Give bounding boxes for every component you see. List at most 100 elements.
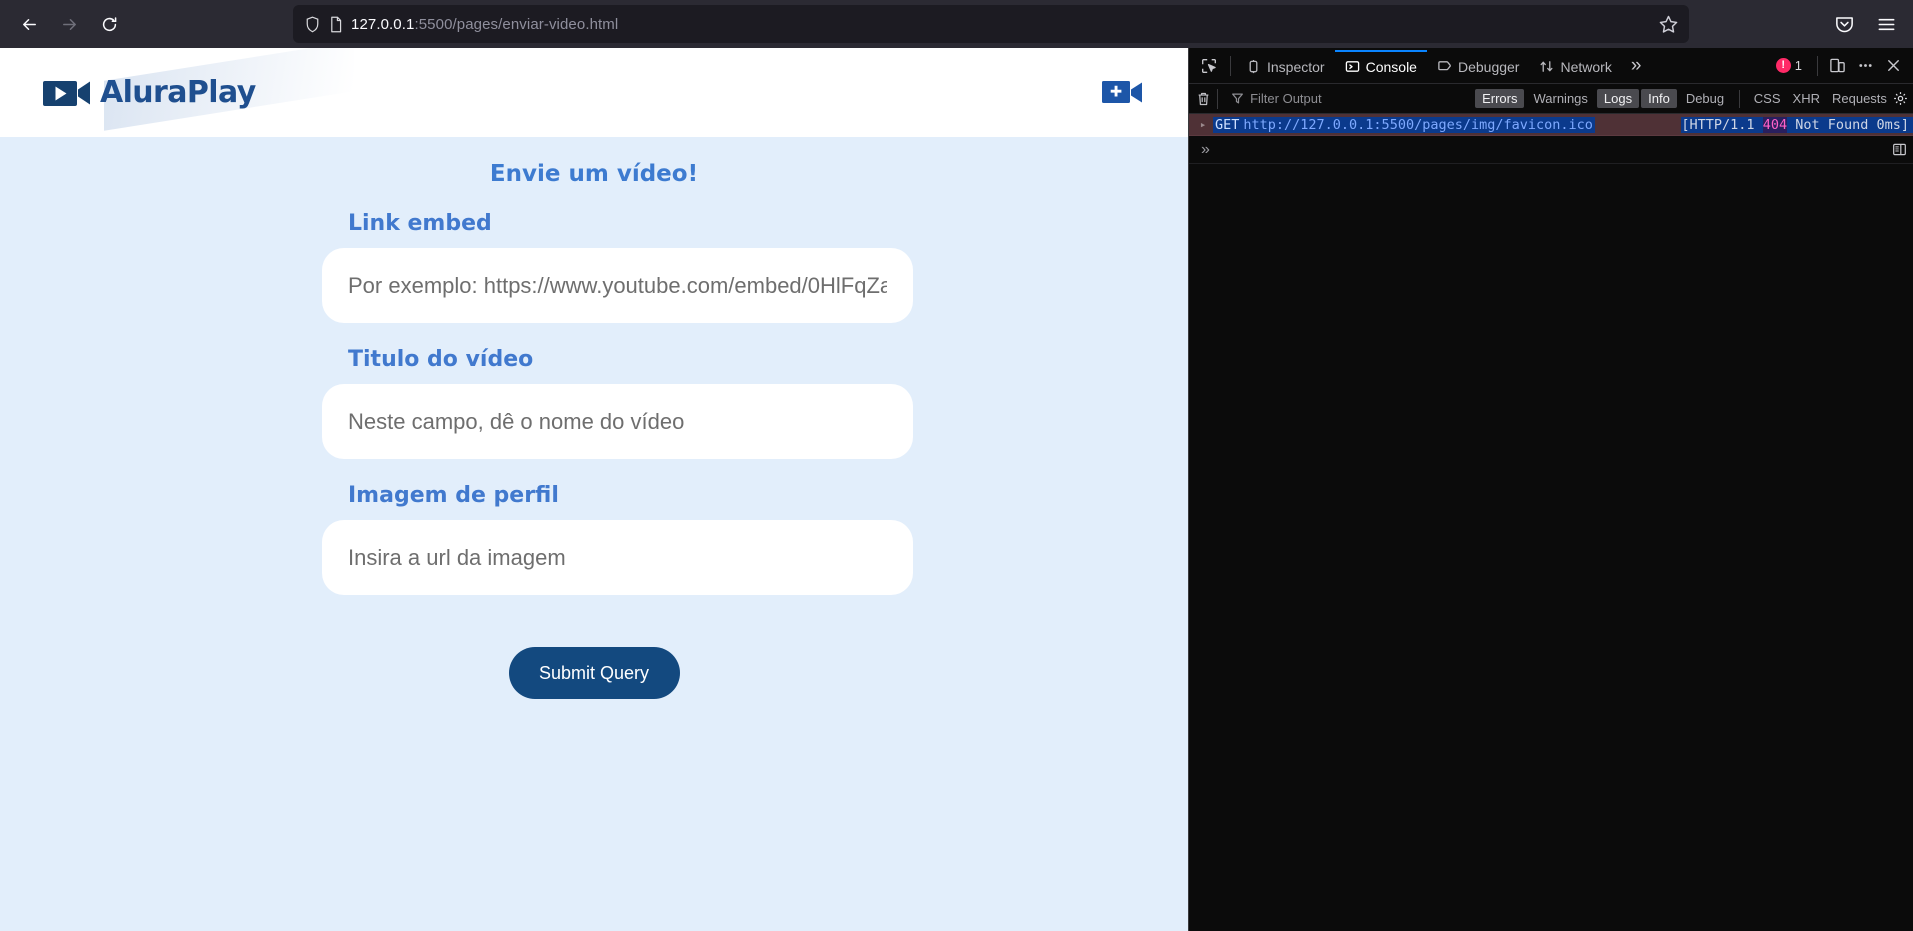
url-host: 127.0.0.1 bbox=[351, 15, 415, 33]
filter-xhr[interactable]: XHR bbox=[1787, 89, 1826, 108]
tab-console-label: Console bbox=[1365, 58, 1417, 75]
debugger-icon bbox=[1438, 61, 1451, 71]
page-icon[interactable] bbox=[329, 16, 343, 33]
field-profile-image: Imagem de perfil bbox=[322, 483, 913, 595]
field-video-title: Titulo do vídeo bbox=[322, 347, 913, 459]
link-embed-input[interactable] bbox=[322, 248, 913, 323]
site-logo[interactable]: AluraPlay bbox=[42, 48, 354, 131]
devtools-toolbar-right: ! 1 bbox=[1775, 52, 1913, 80]
submit-row: Submit Query bbox=[322, 647, 894, 699]
field-label-profile-image: Imagem de perfil bbox=[348, 483, 559, 508]
network-icon bbox=[1540, 61, 1553, 72]
video-title-input[interactable] bbox=[322, 384, 913, 459]
hamburger-menu-icon bbox=[1878, 18, 1894, 30]
inspector-icon bbox=[1249, 59, 1258, 74]
log-status-prefix: [HTTP/1.1 bbox=[1681, 116, 1763, 133]
filter-logs[interactable]: Logs bbox=[1596, 89, 1640, 108]
filter-errors[interactable]: Errors bbox=[1475, 89, 1525, 108]
clear-console-button[interactable] bbox=[1195, 87, 1212, 111]
page-title: Envie um vídeo! bbox=[489, 161, 699, 187]
address-bar[interactable]: 127.0.0.1:5500/pages/enviar-video.html bbox=[293, 5, 1689, 43]
reload-button[interactable] bbox=[90, 5, 128, 43]
tab-console[interactable]: Console bbox=[1334, 48, 1428, 84]
site-header: AluraPlay bbox=[0, 48, 1188, 137]
profile-image-input[interactable] bbox=[322, 520, 913, 595]
tab-debugger-label: Debugger bbox=[1457, 58, 1520, 75]
add-video-button[interactable] bbox=[1102, 78, 1144, 108]
filter-icon bbox=[1232, 93, 1244, 104]
split-console-button[interactable] bbox=[1892, 142, 1907, 157]
field-link-embed: Link embed bbox=[322, 211, 913, 323]
filter-info[interactable]: Info bbox=[1641, 89, 1677, 108]
filter-requests[interactable]: Requests bbox=[1826, 89, 1893, 108]
filter-warnings[interactable]: Warnings bbox=[1526, 89, 1594, 108]
console-settings-button[interactable] bbox=[1893, 91, 1909, 106]
submit-button[interactable]: Submit Query bbox=[508, 647, 680, 699]
browser-window: 127.0.0.1:5500/pages/enviar-video.html A… bbox=[0, 0, 1913, 931]
split-console-icon bbox=[1893, 143, 1906, 156]
log-status-code: 404 bbox=[1762, 116, 1788, 133]
responsive-design-mode-icon bbox=[1829, 58, 1845, 73]
tab-inspector-label: Inspector bbox=[1267, 58, 1325, 75]
toolbar-separator bbox=[1230, 55, 1231, 76]
console-icon bbox=[1345, 61, 1359, 72]
logo-text: AluraPlay bbox=[100, 75, 256, 110]
filter-debug[interactable]: Debug bbox=[1679, 89, 1731, 108]
trash-icon bbox=[1198, 92, 1209, 105]
forward-arrow-icon bbox=[62, 18, 76, 30]
browser-chrome-right bbox=[1825, 5, 1905, 43]
console-prompt-chevron-icon: » bbox=[1201, 140, 1210, 158]
url-text[interactable]: 127.0.0.1:5500/pages/enviar-video.html bbox=[351, 16, 1658, 33]
error-count-badge[interactable]: ! 1 bbox=[1775, 58, 1802, 73]
tab-debugger[interactable]: Debugger bbox=[1427, 48, 1530, 84]
browser-toolbar: 127.0.0.1:5500/pages/enviar-video.html bbox=[0, 0, 1913, 48]
video-camera-icon bbox=[43, 80, 90, 106]
pocket-icon bbox=[1835, 16, 1853, 32]
back-arrow-icon bbox=[22, 18, 36, 30]
log-url[interactable]: http://127.0.0.1:5500/pages/img/favicon.… bbox=[1241, 116, 1595, 133]
toolbar-separator-right bbox=[1817, 55, 1818, 76]
gear-icon bbox=[1894, 92, 1908, 105]
field-label-link-embed: Link embed bbox=[348, 211, 492, 236]
console-output-area bbox=[1189, 164, 1913, 931]
console-filter-toolbar: Filter Output Errors Warnings Logs Info … bbox=[1189, 84, 1913, 114]
field-label-video-title: Titulo do vídeo bbox=[348, 347, 534, 372]
web-page-viewport: AluraPlay Envie um vídeo! Link embed Tit… bbox=[0, 48, 1188, 931]
filter-separator-2 bbox=[1739, 89, 1740, 108]
expand-arrow-icon[interactable]: ▸ bbox=[1193, 118, 1213, 131]
responsive-mode-button[interactable] bbox=[1823, 52, 1851, 80]
tab-inspector[interactable]: Inspector bbox=[1236, 48, 1335, 84]
bookmark-button[interactable] bbox=[1658, 14, 1679, 35]
filter-css[interactable]: CSS bbox=[1748, 89, 1787, 108]
devtools-panel: Inspector Console Debugger Network » ! 1… bbox=[1188, 48, 1913, 931]
filter-separator-1 bbox=[1217, 88, 1219, 109]
console-input-row[interactable]: » bbox=[1189, 136, 1913, 164]
error-count: 1 bbox=[1794, 58, 1802, 73]
filter-output-input[interactable]: Filter Output bbox=[1223, 88, 1475, 110]
filter-output-placeholder: Filter Output bbox=[1250, 91, 1322, 106]
tab-network-label: Network bbox=[1560, 58, 1612, 75]
app-menu-button[interactable] bbox=[1867, 5, 1905, 43]
element-picker-button[interactable] bbox=[1193, 52, 1225, 80]
log-status-suffix: Not Found 0ms] bbox=[1787, 116, 1909, 133]
forward-button[interactable] bbox=[50, 5, 88, 43]
shield-icon[interactable] bbox=[305, 16, 320, 33]
pocket-button[interactable] bbox=[1825, 5, 1863, 43]
tab-network[interactable]: Network bbox=[1529, 48, 1621, 84]
add-video-icon bbox=[1102, 80, 1142, 103]
log-level-filters: Errors Warnings Logs Info Debug bbox=[1475, 89, 1731, 108]
devtools-options-button[interactable] bbox=[1851, 52, 1879, 80]
more-tabs-button[interactable]: » bbox=[1622, 56, 1651, 75]
error-icon: ! bbox=[1775, 58, 1791, 73]
more-options-icon bbox=[1858, 64, 1872, 67]
star-icon bbox=[1659, 15, 1678, 33]
log-method: GET bbox=[1213, 116, 1242, 133]
back-button[interactable] bbox=[10, 5, 48, 43]
devtools-close-button[interactable] bbox=[1879, 52, 1907, 80]
page-body: Envie um vídeo! Link embed Titulo do víd… bbox=[0, 137, 1188, 699]
console-message-row[interactable]: ▸ GET http://127.0.0.1:5500/pages/img/fa… bbox=[1189, 114, 1913, 136]
log-status: [HTTP/1.1 404 Not Found 0ms] bbox=[1681, 116, 1913, 133]
navigation-buttons bbox=[0, 5, 128, 43]
address-bar-icons bbox=[303, 16, 351, 33]
devtools-toolbar: Inspector Console Debugger Network » ! 1 bbox=[1189, 48, 1913, 84]
